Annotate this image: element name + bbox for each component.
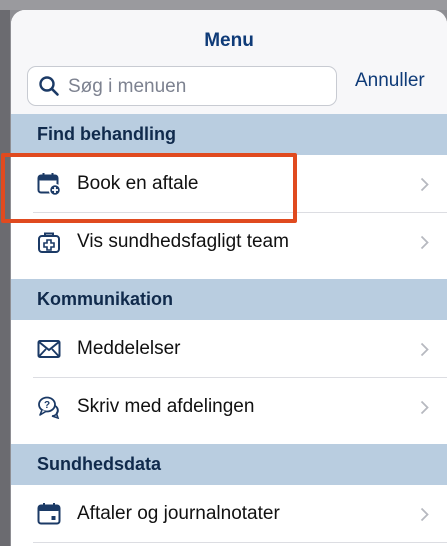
chevron-right-icon — [420, 507, 429, 522]
search-input[interactable] — [66, 67, 330, 107]
menu-item-label: Meddelelser — [77, 338, 181, 359]
background-strip — [0, 0, 447, 10]
section-header-find-behandling: Find behandling — [11, 114, 447, 155]
menu-item-label: Aftaler og journalnotater — [77, 503, 280, 524]
menu-panel: Menu Annuller Find behandling Book en af… — [11, 10, 447, 546]
page-title: Menu — [204, 30, 254, 51]
divider — [33, 542, 447, 543]
medical-bag-icon — [38, 232, 60, 253]
menu-item-skriv-med-afdelingen[interactable]: ? Skriv med afdelingen — [11, 378, 447, 436]
calendar-icon — [37, 503, 61, 525]
menu-item-label: Skriv med afdelingen — [77, 396, 255, 417]
section-header-sundhedsdata: Sundhedsdata — [11, 444, 447, 485]
envelope-icon — [37, 340, 61, 358]
section-header-kommunikation: Kommunikation — [11, 279, 447, 320]
chevron-right-icon — [420, 177, 429, 192]
left-edge — [0, 10, 10, 546]
chevron-right-icon — [420, 235, 429, 250]
highlight-box — [1, 153, 297, 223]
chevron-right-icon — [420, 342, 429, 357]
menu-item-aftaler-og-journalnotater[interactable]: Aftaler og journalnotater — [11, 485, 447, 543]
svg-text:?: ? — [44, 400, 50, 411]
menu-header: Menu Annuller — [11, 10, 447, 114]
search-icon — [39, 76, 59, 96]
search-box[interactable] — [27, 66, 337, 107]
chat-bubbles-icon: ? — [38, 396, 60, 419]
cancel-button[interactable]: Annuller — [355, 70, 425, 92]
chevron-right-icon — [420, 400, 429, 415]
menu-item-meddelelser[interactable]: Meddelelser — [11, 320, 447, 378]
